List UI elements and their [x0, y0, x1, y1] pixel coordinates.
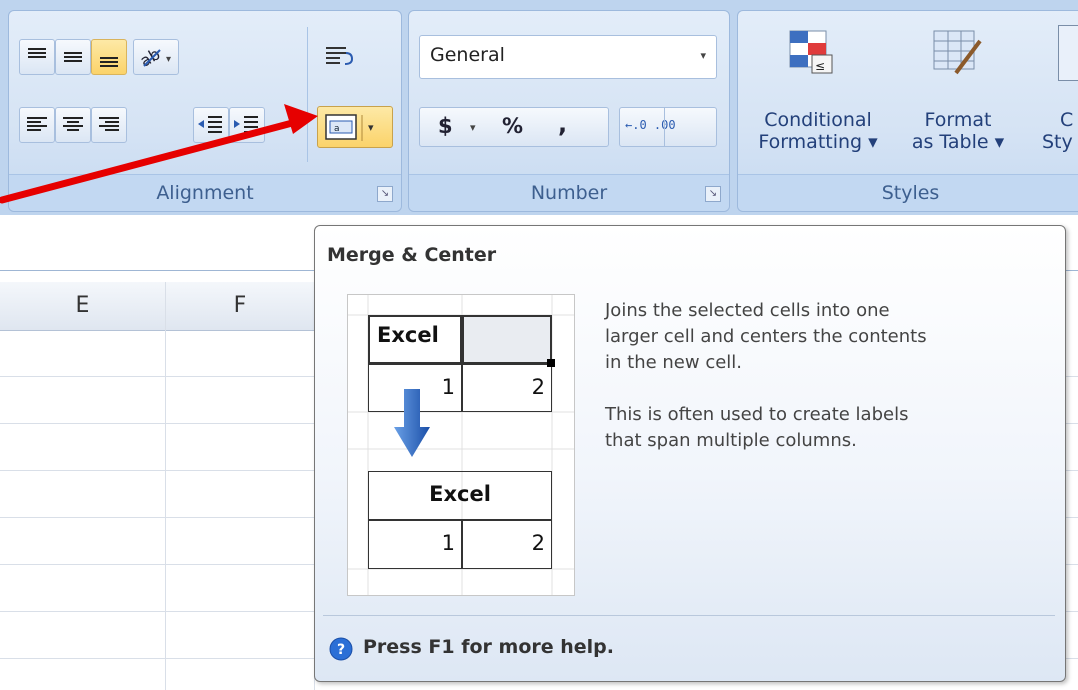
annotation-arrow-icon	[0, 104, 318, 204]
